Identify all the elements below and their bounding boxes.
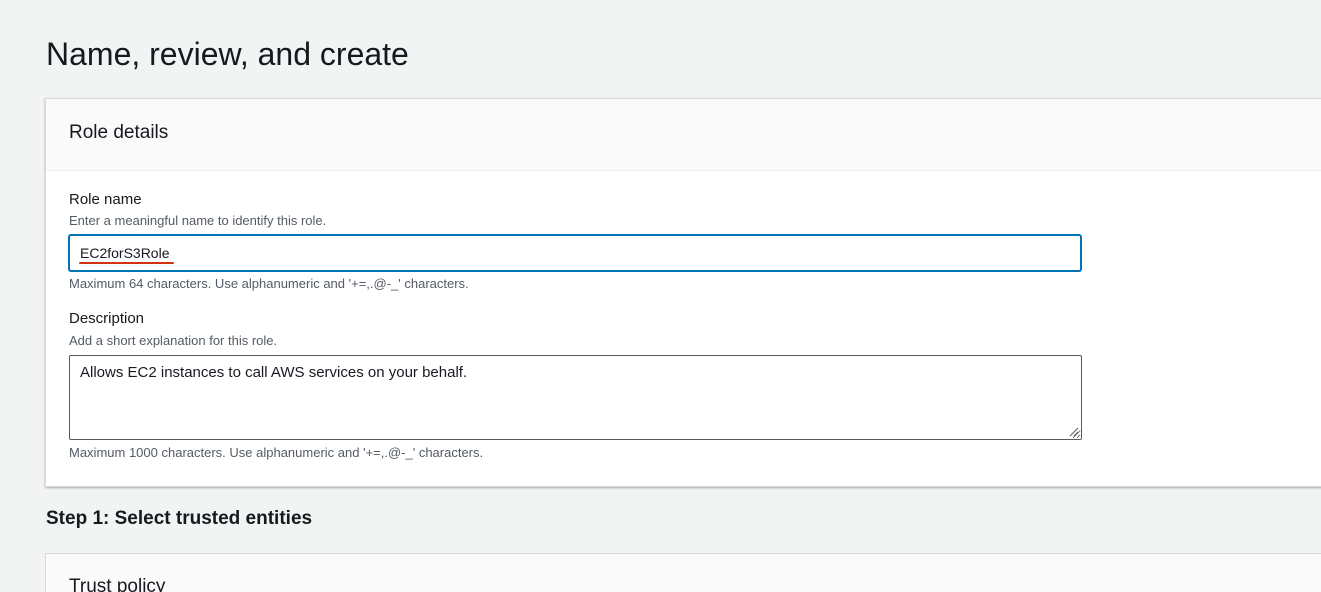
description-label: Description [69,310,145,327]
description-textarea[interactable]: Allows EC2 instances to call AWS service… [69,355,1082,440]
spellcheck-underline [79,262,174,264]
role-name-description: Enter a meaningful name to identify this… [69,213,327,228]
step1-title: Step 1: Select trusted entities [46,508,313,529]
resize-handle-icon[interactable] [1069,427,1079,437]
page-title: Name, review, and create [46,36,409,72]
role-name-input[interactable] [69,235,1081,271]
trust-policy-panel: Trust policy [45,553,1321,592]
role-details-header: Role details [46,99,1321,171]
role-name-label: Role name [69,191,142,208]
description-constraint: Maximum 1000 characters. Use alphanumeri… [69,445,484,460]
role-details-title: Role details [69,122,169,143]
role-name-constraint: Maximum 64 characters. Use alphanumeric … [69,276,469,291]
trust-policy-title: Trust policy [69,576,166,592]
description-hint: Add a short explanation for this role. [69,333,278,348]
page: Name, review, and create Role details Ro… [0,0,1321,592]
role-details-panel: Role details Role name Enter a meaningfu… [45,98,1321,487]
